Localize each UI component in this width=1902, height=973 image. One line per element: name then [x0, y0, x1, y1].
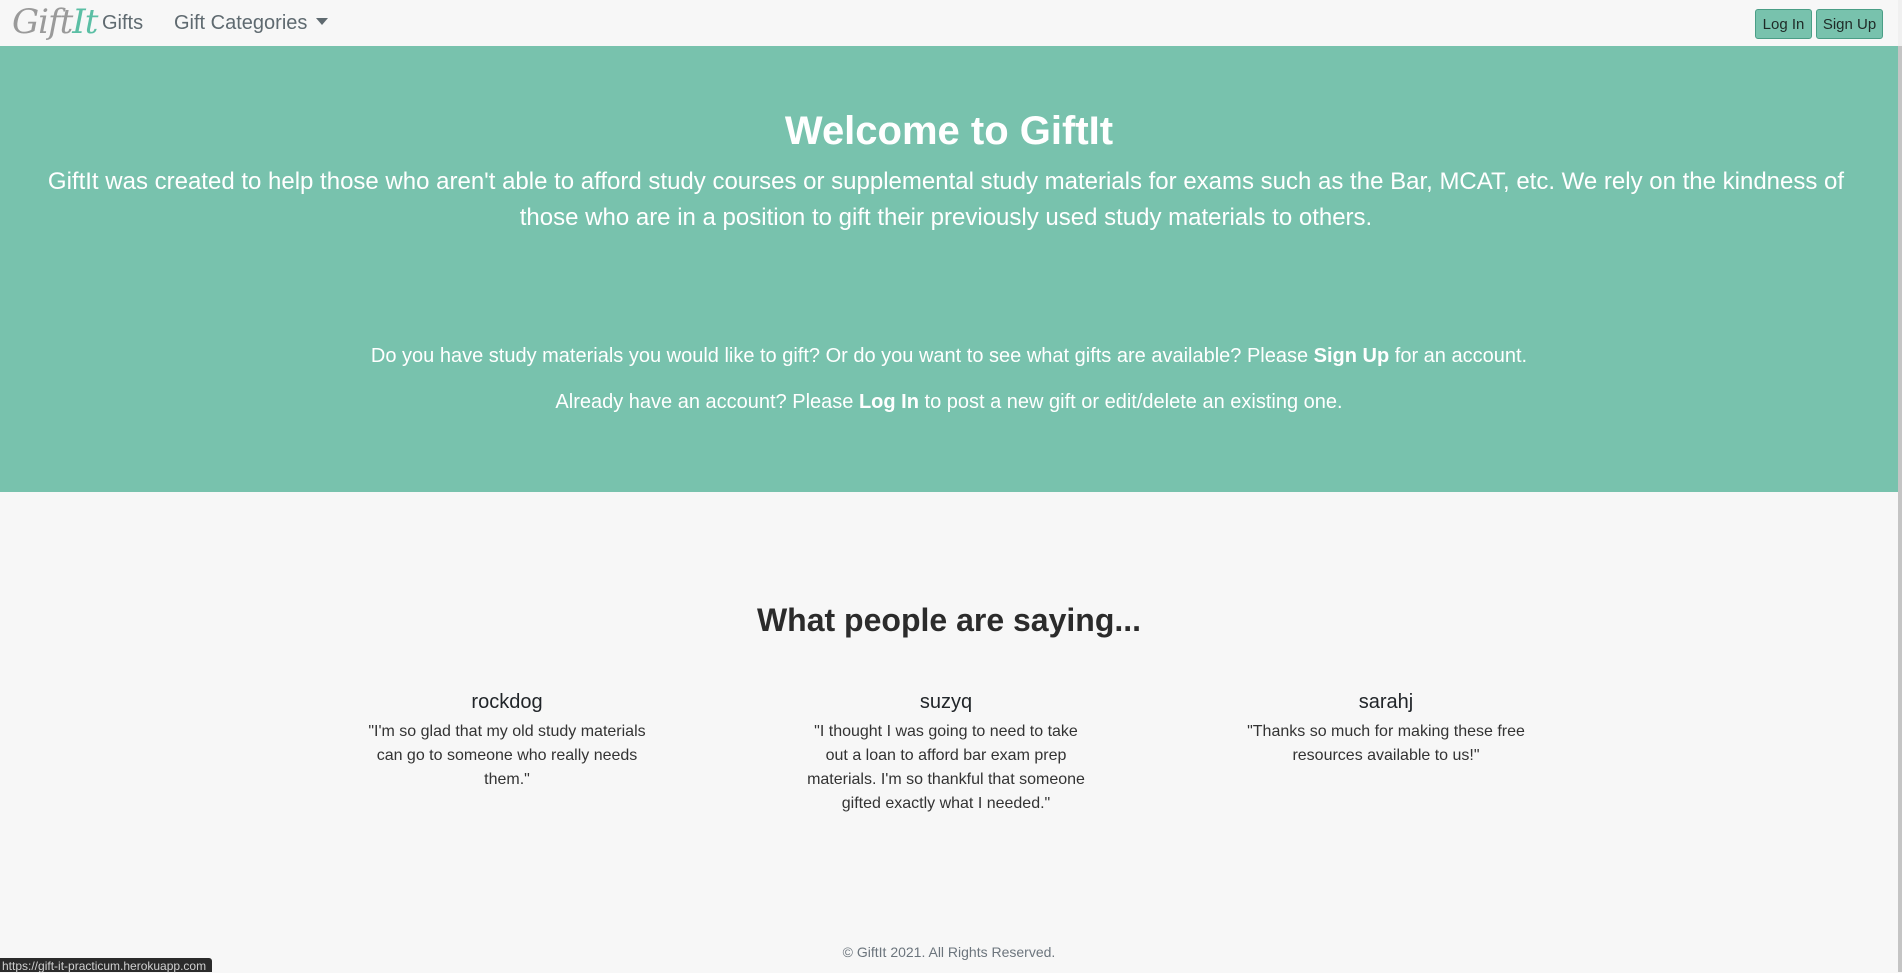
footer-copyright: © GiftIt 2021. All Rights Reserved.	[842, 944, 1056, 960]
brand-logo[interactable]: GiftIt	[12, 2, 98, 42]
testimonial-card: sarahj "Thanks so much for making these …	[1241, 688, 1531, 768]
hero-login-prompt: Already have an account? Please Log In t…	[0, 388, 1898, 416]
hero-signup-link[interactable]: Sign Up	[1314, 345, 1390, 367]
brand-logo-accent: It	[72, 2, 98, 42]
nav-gifts-link[interactable]: Gifts	[102, 10, 143, 36]
hero-jumbotron: Welcome to GiftIt GiftIt was created to …	[0, 46, 1898, 492]
scrollbar[interactable]	[1898, 0, 1902, 972]
brand-logo-text: Gift	[12, 2, 73, 42]
hero-login-link[interactable]: Log In	[859, 391, 919, 413]
hero-title: Welcome to GiftIt	[784, 109, 1114, 153]
signup-button[interactable]: Sign Up	[1816, 9, 1883, 39]
testimonials-title: What people are saying...	[756, 602, 1142, 638]
testimonial-author: sarahj	[1358, 691, 1414, 713]
navbar: GiftIt Gifts Gift Categories Log In Sign…	[0, 0, 1902, 46]
testimonial-author: suzyq	[919, 691, 973, 713]
hero-description: GiftIt was created to help those who are…	[47, 168, 1845, 231]
testimonial-card: rockdog "I'm so glad that my old study m…	[362, 688, 652, 792]
testimonial-card: suzyq "I thought I was going to need to …	[801, 688, 1091, 816]
testimonial-quote: "Thanks so much for making these free re…	[1247, 723, 1525, 764]
nav-gift-categories-dropdown[interactable]: Gift Categories	[174, 10, 329, 36]
hero-login-prompt-text: Already have an account? Please	[555, 391, 859, 413]
hero-signup-prompt-suffix: for an account.	[1389, 345, 1528, 367]
status-bar-url: https://gift-it-practicum.herokuapp.com	[0, 958, 213, 973]
chevron-down-icon	[316, 18, 329, 26]
testimonial-quote: "I'm so glad that my old study materials…	[368, 723, 646, 788]
hero-signup-prompt-text: Do you have study materials you would li…	[370, 345, 1314, 367]
hero-signup-prompt: Do you have study materials you would li…	[0, 342, 1898, 370]
scrollbar-thumb[interactable]	[1898, 46, 1902, 972]
testimonial-author: rockdog	[471, 691, 543, 713]
testimonial-quote: "I thought I was going to need to take o…	[807, 723, 1085, 812]
login-button[interactable]: Log In	[1755, 9, 1812, 39]
hero-login-prompt-suffix: to post a new gift or edit/delete an exi…	[918, 391, 1343, 413]
nav-gift-categories-label: Gift Categories	[174, 12, 308, 34]
